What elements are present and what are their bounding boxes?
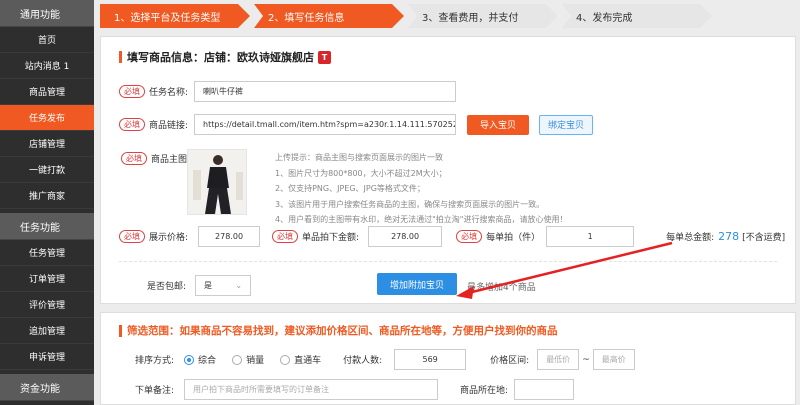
price-range-label: 价格区间: [490, 356, 530, 366]
sidebar-item-home[interactable]: 首页 [0, 27, 94, 53]
tmall-icon: T [318, 50, 331, 64]
import-product-button[interactable]: 导入宝贝 [467, 114, 530, 135]
sidebar-group-general: 通用功能 [0, 0, 94, 27]
main-image-label: 商品主图: [151, 155, 191, 165]
order-note-label: 下单备注: [135, 386, 175, 396]
display-price-label: 展示价格: [149, 233, 189, 243]
required-tag: 必填 [119, 85, 145, 98]
sort-label: 排序方式: [135, 356, 175, 366]
required-tag: 必填 [456, 230, 483, 243]
title-accent-bar [119, 51, 122, 63]
sort-row: 排序方式: 综合 销量 直通车 付款人数: 569 价格区间: 最低价 ~ 最高… [135, 349, 635, 370]
upload-hints: 上传提示：商品主图与搜索页面展示的图片一致 1、图片尺寸为800*800，大小不… [275, 153, 568, 224]
required-tag: 必填 [119, 230, 145, 243]
sidebar-item-append-manage[interactable]: 追加管理 [0, 318, 94, 344]
product-link-input[interactable]: https://detail.tmall.com/item.htm?spm=a2… [194, 114, 457, 135]
task-name-label: 任务名称: [149, 88, 189, 98]
sidebar-item-order-manage[interactable]: 订单管理 [0, 266, 94, 292]
payers-label: 付款人数: [343, 356, 383, 366]
required-tag: 必填 [272, 230, 299, 243]
sidebar-item-payout[interactable]: 一键打款 [0, 157, 94, 183]
total-value: 278 [718, 230, 740, 243]
divider [119, 261, 777, 262]
sort-radio-composite[interactable] [184, 354, 195, 365]
max-price-input[interactable]: 最高价 [592, 349, 635, 370]
note-row: 下单备注: 用户拍下商品时所需要填写的订单备注 商品所在地: [135, 379, 575, 400]
price-row: 必填 展示价格: 278.00 必填 单品拍下金额: 278.00 必填 每单拍… [119, 226, 785, 247]
title-accent-bar [119, 324, 122, 337]
filter-panel: 筛选范围：如果商品不容易找到，建议添加价格区间、商品所在地等，方便用户找到你的商… [100, 312, 796, 405]
location-input[interactable] [514, 379, 575, 400]
min-price-input[interactable]: 最低价 [537, 349, 580, 370]
sidebar-item-shops[interactable]: 店铺管理 [0, 131, 94, 157]
sidebar-item-appeal-manage[interactable]: 申诉管理 [0, 344, 94, 370]
product-photo-icon [188, 150, 246, 214]
add-product-hint: 最多增加4个商品 [467, 283, 536, 293]
add-extra-product-button[interactable]: 增加附加宝贝 [377, 273, 457, 295]
required-tag: 必填 [121, 152, 147, 165]
sidebar: 通用功能 首页 站内消息 1 商品管理 任务发布 店铺管理 一键打款 推广商家 … [0, 0, 94, 405]
step-3: 3、查看费用，并支付 [408, 4, 558, 28]
location-label: 商品所在地: [460, 386, 509, 396]
step-4: 4、发布完成 [562, 4, 712, 28]
product-link-row: 必填 商品链接: https://detail.tmall.com/item.h… [119, 114, 594, 135]
product-panel-title: 填写商品信息：店铺：欧玖诗娅旗舰店 T [119, 49, 331, 65]
step-1: 1、选择平台及任务类型 [100, 4, 250, 28]
product-link-label: 商品链接: [149, 121, 189, 131]
sidebar-item-task-manage[interactable]: 任务管理 [0, 240, 94, 266]
progress-steps: 1、选择平台及任务类型 2、填写任务信息 3、查看费用，并支付 4、发布完成 [100, 4, 716, 28]
sort-radio-ads[interactable] [280, 354, 291, 365]
sidebar-item-review-manage[interactable]: 评价管理 [0, 292, 94, 318]
sort-radio-sales[interactable] [232, 354, 243, 365]
per-order-input[interactable]: 1 [546, 226, 635, 247]
task-name-row: 必填 任务名称: 喇叭牛仔裤 [119, 81, 457, 102]
display-price-input[interactable]: 278.00 [198, 226, 261, 247]
payers-input[interactable]: 569 [394, 349, 467, 370]
product-info-panel: 填写商品信息：店铺：欧玖诗娅旗舰店 T 必填 任务名称: 喇叭牛仔裤 必填 商品… [100, 36, 796, 304]
sidebar-item-promote[interactable]: 推广商家 [0, 183, 94, 209]
product-main-image[interactable] [187, 149, 247, 215]
sidebar-group-tasks: 任务功能 [0, 213, 94, 240]
sidebar-item-publish-task[interactable]: 任务发布 [0, 105, 94, 131]
order-amount-input[interactable]: 278.00 [368, 226, 443, 247]
order-note-input[interactable]: 用户拍下商品时所需要填写的订单备注 [184, 379, 439, 400]
sidebar-item-products[interactable]: 商品管理 [0, 79, 94, 105]
shipping-row: 是否包邮: 是 ⌄ [147, 275, 252, 296]
free-shipping-select[interactable]: 是 ⌄ [195, 275, 252, 296]
per-order-label: 每单拍（件） [486, 233, 541, 243]
total-note: [不含运费] [742, 233, 786, 243]
step-2: 2、填写任务信息 [254, 4, 404, 28]
required-tag: 必填 [119, 118, 145, 131]
bind-product-button[interactable]: 绑定宝贝 [539, 114, 594, 135]
sidebar-group-funds: 资金功能 [0, 374, 94, 401]
task-name-input[interactable]: 喇叭牛仔裤 [194, 81, 457, 102]
order-amount-label: 单品拍下金额: [302, 233, 360, 243]
main-image-row: 必填 商品主图: [121, 152, 190, 165]
sidebar-item-messages[interactable]: 站内消息 1 [0, 53, 94, 79]
filter-panel-title: 筛选范围：如果商品不容易找到，建议添加价格区间、商品所在地等，方便用户找到你的商… [119, 323, 558, 338]
total-label: 每单总金额: [666, 233, 715, 243]
chevron-down-icon: ⌄ [235, 281, 243, 290]
free-shipping-label: 是否包邮: [147, 282, 187, 292]
